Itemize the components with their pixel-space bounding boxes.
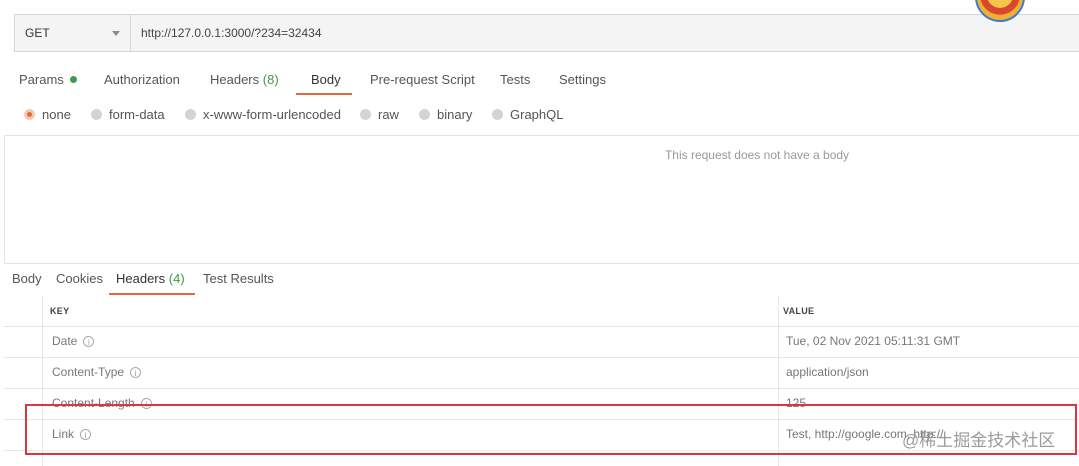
- header-value: application/json: [786, 365, 869, 379]
- tab-pre-request-label: Pre-request Script: [370, 72, 475, 87]
- divider: [4, 135, 1079, 136]
- resp-tab-test-results-label: Test Results: [203, 271, 274, 286]
- watermark: @稀土掘金技术社区: [902, 431, 1056, 450]
- divider: [4, 263, 1079, 264]
- resp-tab-body-label: Body: [12, 271, 42, 286]
- radio-none-label: none: [42, 107, 71, 122]
- tab-pre-request-script[interactable]: Pre-request Script: [370, 66, 475, 94]
- radio-icon: [360, 109, 371, 120]
- radio-icon: [419, 109, 430, 120]
- tab-settings-label: Settings: [559, 72, 606, 87]
- info-icon[interactable]: i: [130, 366, 142, 378]
- tab-body[interactable]: Body: [311, 66, 341, 94]
- tab-settings[interactable]: Settings: [559, 66, 606, 94]
- resp-tab-cookies-label: Cookies: [56, 271, 103, 286]
- resp-tab-test-results[interactable]: Test Results: [203, 268, 274, 290]
- empty-body-message: This request does not have a body: [664, 148, 850, 162]
- request-bar: GET http://127.0.0.1:3000/?234=32434: [14, 14, 1079, 52]
- chevron-down-icon: [112, 31, 120, 36]
- tab-body-label: Body: [311, 72, 341, 87]
- radio-none[interactable]: none: [24, 107, 71, 122]
- radio-icon: [91, 109, 102, 120]
- radio-binary[interactable]: binary: [419, 107, 472, 122]
- tab-headers-label: Headers: [210, 72, 260, 87]
- params-active-dot-icon: [69, 76, 77, 83]
- tab-authorization[interactable]: Authorization: [104, 66, 180, 94]
- table-row: Content-Type i application/json: [4, 357, 1079, 389]
- tab-headers[interactable]: Headers (8): [210, 66, 279, 94]
- resp-tab-body[interactable]: Body: [12, 268, 42, 290]
- radio-binary-label: binary: [437, 107, 473, 122]
- tab-authorization-label: Authorization: [104, 72, 180, 87]
- radio-form-data[interactable]: form-data: [91, 107, 165, 122]
- radio-raw[interactable]: raw: [360, 107, 399, 122]
- header-key-cell: Date i: [52, 334, 95, 348]
- tab-params-label: Params: [19, 72, 64, 87]
- header-key-cell: Content-Type i: [52, 365, 142, 379]
- resp-tab-cookies[interactable]: Cookies: [56, 268, 103, 290]
- column-header-key: KEY: [50, 306, 70, 316]
- info-icon[interactable]: i: [83, 335, 95, 347]
- divider: [4, 136, 5, 264]
- tab-params[interactable]: Params: [19, 66, 77, 94]
- response-tabs: Body Cookies Headers (4) Test Results: [0, 268, 400, 295]
- request-tabs: Params Authorization Headers (8) Body Pr…: [0, 66, 700, 96]
- resp-tab-headers-label: Headers: [116, 271, 166, 286]
- resp-tab-headers-underline: [109, 293, 195, 295]
- radio-raw-label: raw: [378, 107, 399, 122]
- tab-headers-count: (8): [262, 72, 279, 87]
- radio-selected-icon: [24, 109, 35, 120]
- radio-graphql-label: GraphQL: [510, 107, 564, 122]
- radio-icon: [492, 109, 503, 120]
- radio-icon: [185, 109, 196, 120]
- tab-tests-label: Tests: [500, 72, 531, 87]
- radio-urlencoded-label: x-www-form-urlencoded: [203, 107, 341, 122]
- method-label: GET: [25, 26, 50, 40]
- url-input[interactable]: http://127.0.0.1:3000/?234=32434: [131, 15, 1079, 51]
- header-value: Tue, 02 Nov 2021 05:11:31 GMT: [786, 334, 961, 348]
- table-row: Date i Tue, 02 Nov 2021 05:11:31 GMT: [4, 326, 1079, 358]
- column-header-value: VALUE: [783, 306, 815, 316]
- tab-body-underline: [296, 93, 352, 95]
- resp-tab-headers-count: (4): [168, 271, 185, 286]
- radio-graphql[interactable]: GraphQL: [492, 107, 563, 122]
- resp-tab-headers[interactable]: Headers (4): [116, 268, 185, 290]
- radio-x-www-form-urlencoded[interactable]: x-www-form-urlencoded: [185, 107, 341, 122]
- table-header: KEY VALUE: [4, 296, 1079, 327]
- method-select[interactable]: GET: [15, 15, 131, 51]
- radio-form-data-label: form-data: [109, 107, 165, 122]
- tab-tests[interactable]: Tests: [500, 66, 530, 94]
- header-key: Date: [52, 334, 78, 348]
- header-key: Content-Type: [52, 365, 125, 379]
